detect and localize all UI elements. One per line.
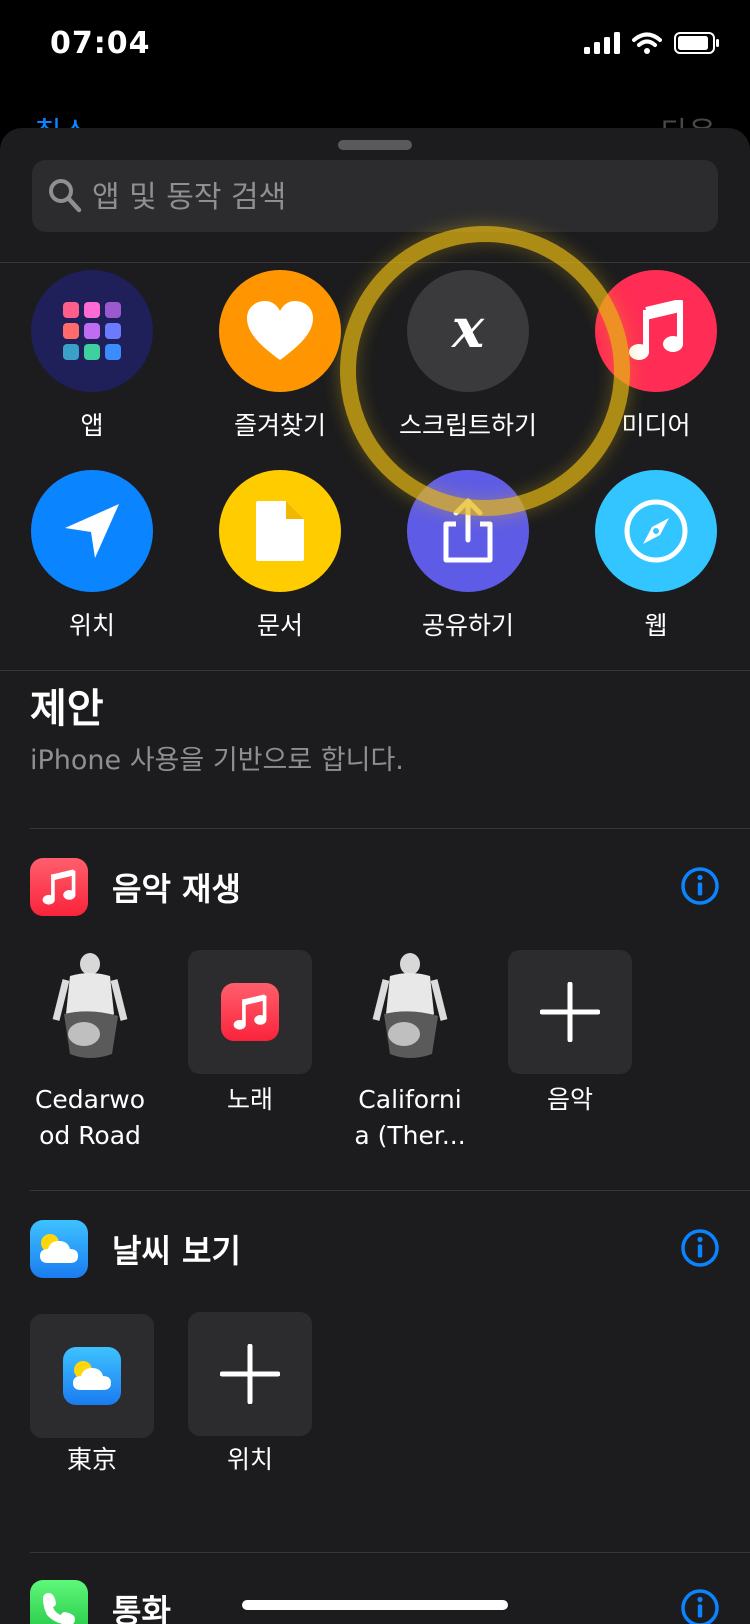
info-icon[interactable]	[680, 1588, 720, 1624]
category-documents[interactable]: 문서	[190, 470, 370, 642]
item-label-line2: a (Ther...	[354, 1121, 466, 1150]
action-sheet: 앱 즐겨찾기 x 스크립트하기 미디어	[0, 128, 750, 1624]
status-icons	[584, 32, 720, 54]
weather-app-icon	[30, 1220, 88, 1278]
divider	[0, 670, 750, 671]
phone-app-icon	[30, 1580, 88, 1624]
category-label: 앱	[80, 411, 104, 440]
info-icon[interactable]	[680, 1228, 720, 1268]
sheet-grabber[interactable]	[338, 140, 412, 150]
category-label: 미디어	[621, 411, 691, 440]
category-scripting[interactable]: x 스크립트하기	[378, 270, 558, 442]
item-label-line1: Californi	[358, 1085, 462, 1114]
category-web[interactable]: 웹	[566, 470, 746, 642]
suggestions-title: 제안	[30, 686, 104, 732]
category-label: 문서	[256, 611, 303, 640]
divider	[30, 1552, 750, 1553]
search-icon	[49, 179, 82, 213]
search-input[interactable]	[90, 160, 694, 234]
item-label: Cedarwo od Road	[15, 1082, 165, 1154]
info-icon[interactable]	[680, 866, 720, 906]
plus-icon	[220, 1344, 280, 1404]
item-label: 음악	[495, 1082, 645, 1118]
plus-icon	[540, 982, 600, 1042]
status-time: 07:04	[50, 26, 151, 61]
item-label: 노래	[175, 1082, 325, 1118]
category-favorites[interactable]: 즐겨찾기	[190, 270, 370, 442]
item-label: 위치	[175, 1442, 325, 1478]
item-label-line1: 위치	[226, 1445, 273, 1474]
home-indicator[interactable]	[242, 1600, 508, 1610]
category-apps[interactable]: 앱	[2, 270, 182, 442]
section-title-play-music: 음악 재생	[112, 870, 241, 908]
weather-tokyo-tile[interactable]	[30, 1314, 154, 1438]
item-label-line1: Cedarwo	[34, 1085, 146, 1114]
divider	[30, 828, 750, 829]
music-note-icon	[595, 270, 717, 392]
share-icon	[407, 470, 529, 592]
category-label: 스크립트하기	[398, 411, 537, 440]
category-label: 공유하기	[421, 611, 514, 640]
document-icon	[219, 470, 341, 592]
category-label: 웹	[644, 611, 668, 640]
add-music-button[interactable]	[508, 950, 632, 1074]
category-label: 즐겨찾기	[233, 411, 326, 440]
category-location[interactable]: 위치	[2, 470, 182, 642]
cellular-signal-icon	[584, 32, 620, 54]
battery-icon	[674, 32, 719, 54]
item-label-line2: od Road	[39, 1121, 141, 1150]
category-media[interactable]: 미디어	[566, 270, 746, 442]
location-arrow-icon	[31, 470, 153, 592]
section-title-call: 통화	[112, 1592, 171, 1624]
weather-app-icon	[63, 1347, 121, 1405]
album-art[interactable]	[348, 950, 472, 1074]
heart-icon	[219, 270, 341, 392]
item-label-line1: 음악	[546, 1085, 593, 1114]
add-location-button[interactable]	[188, 1312, 312, 1436]
divider	[0, 262, 750, 263]
status-bar: 07:04	[0, 0, 750, 90]
search-bar[interactable]	[32, 160, 718, 234]
suggestions-subtitle: iPhone 사용을 기반으로 합니다.	[30, 745, 404, 776]
safari-compass-icon	[595, 470, 717, 592]
item-label: 東京	[17, 1442, 167, 1478]
script-x-icon: x	[407, 270, 529, 392]
wifi-icon	[632, 32, 662, 54]
divider	[30, 1190, 750, 1191]
music-app-icon[interactable]	[188, 950, 312, 1074]
category-label: 위치	[68, 611, 115, 640]
item-label: Californi a (Ther...	[335, 1082, 485, 1154]
music-app-icon	[30, 858, 88, 916]
item-label-line1: 東京	[66, 1445, 117, 1474]
section-title-weather: 날씨 보기	[112, 1232, 241, 1270]
item-label-line1: 노래	[226, 1085, 273, 1114]
category-sharing[interactable]: 공유하기	[378, 470, 558, 642]
apps-grid-icon	[31, 270, 153, 392]
album-art[interactable]	[28, 950, 152, 1074]
svg-text:x: x	[451, 301, 485, 360]
